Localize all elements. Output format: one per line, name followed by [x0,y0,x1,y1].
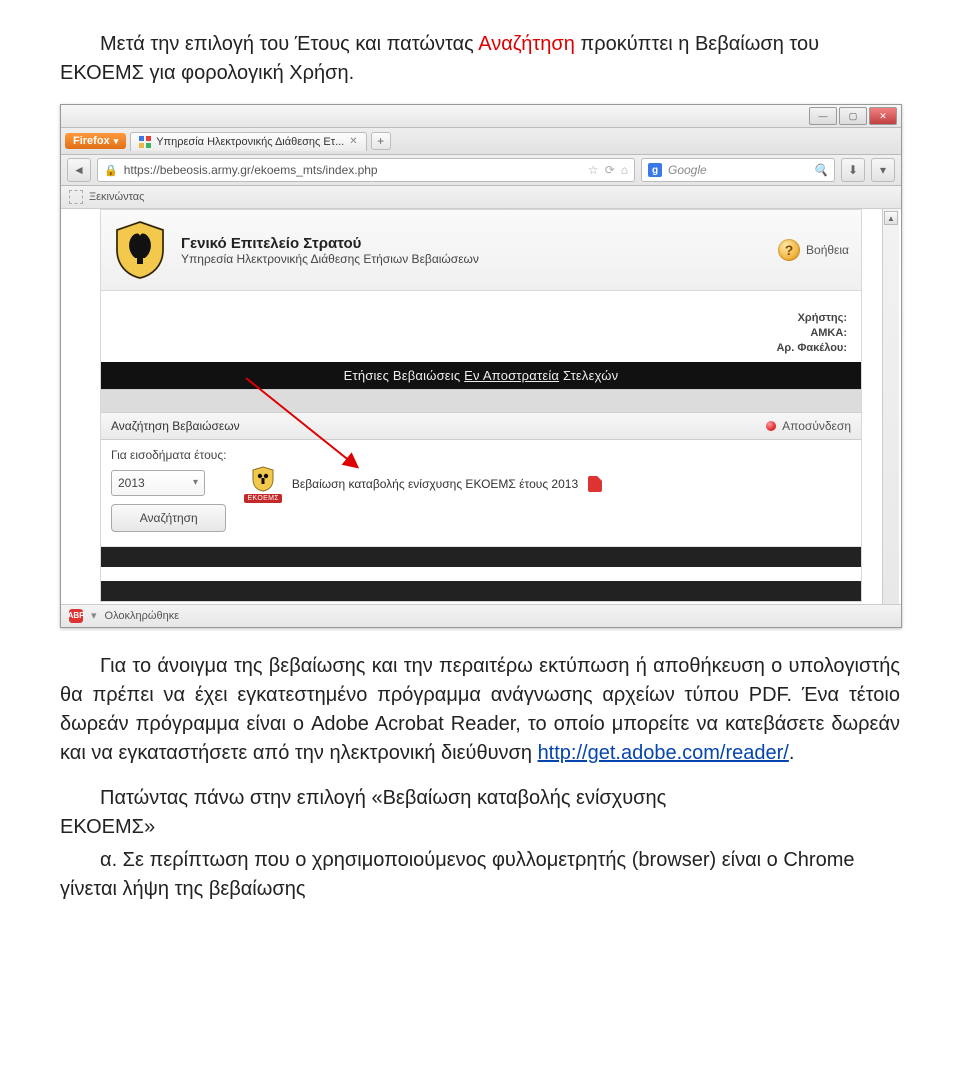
abp-icon[interactable]: ABP [69,609,83,623]
user-info-block: Χρήστης: ΑΜΚΑ: Αρ. Φακέλου: [101,291,861,362]
help-label: Βοήθεια [806,243,849,257]
bookmarks-toolbar: Ξεκινώντας [61,186,901,209]
tab-close-icon[interactable]: ✕ [349,136,357,147]
result-badge: EKOEMΣ [244,466,281,503]
para-chrome: α. Σε περίπτωση που ο χρησιμοποιούμενος … [60,846,900,904]
browser-screenshot: — ▢ ✕ Firefox Υπηρεσία Ηλεκτρονικής Διάθ… [60,104,902,628]
para-click-cert: Πατώντας πάνω στην επιλογή «Βεβαίωση κατ… [60,784,900,842]
user-label: Χρήστης: [798,312,847,324]
lock-icon: 🔒 [104,164,118,177]
scrollbar[interactable]: ▲ [882,209,899,604]
window-titlebar: — ▢ ✕ [61,105,901,128]
year-column: Για εισοδήματα έτους: 2013 ▾ Αναζήτηση [111,448,226,532]
adobe-reader-link[interactable]: http://get.adobe.com/reader/ [538,742,789,764]
browser-nav-row: ◄ 🔒 https://bebeosis.army.gr/ekoems_mts/… [61,155,901,186]
status-text: Ολοκληρώθηκε [105,610,180,622]
year-value: 2013 [118,476,145,490]
new-tab-button[interactable]: + [371,132,391,150]
reload-icon[interactable]: ⟳ [605,163,615,177]
result-row: EKOEMΣ Βεβαίωση καταβολής ενίσχυσης ΕΚΟΕ… [244,448,602,503]
search-placeholder: Google [668,163,707,177]
tab-favicon [139,136,151,148]
toolbar-search-title: Αναζήτηση Βεβαιώσεων [111,419,240,433]
browser-tab-row: Firefox Υπηρεσία Ηλεκτρονικής Διάθεσης Ε… [61,128,901,155]
ekoems-tag: EKOEMΣ [244,494,281,503]
url-bar[interactable]: 🔒 https://bebeosis.army.gr/ekoems_mts/in… [97,158,635,182]
page-title-c: Στελεχών [559,368,618,383]
search-bar[interactable]: g Google 🔍 [641,158,835,182]
p1-red: Αναζήτηση [478,33,575,55]
p4: α. Σε περίπτωση που ο χρησιμοποιούμενος … [60,849,855,900]
site-container: Γενικό Επιτελείο Στρατού Υπηρεσία Ηλεκτρ… [100,209,862,602]
dark-strip-1 [101,547,861,567]
p3-right: Πατώντας πάνω στην επιλογή «Βεβαίωση κατ… [100,787,666,809]
page-title-bar: Ετήσιες Βεβαιώσεις Εν Αποστρατεία Στελεχ… [101,362,861,389]
bookmark-item[interactable]: Ξεκινώντας [89,191,144,203]
search-button[interactable]: Αναζήτηση [111,504,226,532]
search-go-icon[interactable]: 🔍 [813,163,828,177]
dark-strip-2 [101,581,861,601]
site-subtitle: Υπηρεσία Ηλεκτρονικής Διάθεσης Ετήσιων Β… [181,252,479,266]
year-label: Για εισοδήματα έτους: [111,448,226,462]
logout-icon [766,421,776,431]
window-minimize-button[interactable]: — [809,107,837,125]
abp-dropdown-icon[interactable]: ▾ [91,609,97,622]
firefox-menu-button[interactable]: Firefox [65,133,126,149]
pdf-icon[interactable] [588,476,602,492]
mini-emblem-icon [251,466,275,492]
p1-a: Μετά την επιλογή του Έτους και πατώντας [100,33,478,55]
toolbar-search-label: Αναζήτηση Βεβαιώσεων [111,419,240,433]
army-emblem-icon [113,220,167,280]
download-button[interactable]: ⬇ [841,158,865,182]
p3-left: ΕΚΟΕΜΣ» [60,816,155,838]
site-title: Γενικό Επιτελείο Στρατού [181,235,479,252]
logout-link[interactable]: Αποσύνδεση [766,419,851,433]
page-title-b: Εν Αποστρατεία [464,368,559,383]
intro-paragraph: Μετά την επιλογή του Έτους και πατώντας … [60,30,900,88]
site-viewport: ▲ Γενικό Επιτελείο Στρατού [61,209,901,604]
toolbar: Αναζήτηση Βεβαιώσεων Αποσύνδεση [101,413,861,440]
page-title-a: Ετήσιες Βεβαιώσεις [344,368,465,383]
logout-label: Αποσύνδεση [782,419,851,433]
browser-status-bar: ABP ▾ Ολοκληρώθηκε [61,604,901,627]
site-header: Γενικό Επιτελείο Στρατού Υπηρεσία Ηλεκτρ… [101,210,861,291]
fakelos-label: Αρ. Φακέλου: [776,342,847,354]
site-titles: Γενικό Επιτελείο Στρατού Υπηρεσία Ηλεκτρ… [181,235,479,266]
bookmark-star-icon[interactable]: ☆ [588,163,599,177]
year-dropdown-icon: ▾ [193,477,198,488]
home-icon[interactable]: ⌂ [621,163,628,177]
amka-label: ΑΜΚΑ: [810,327,847,339]
grey-spacer [101,389,861,413]
year-select[interactable]: 2013 ▾ [111,470,205,496]
url-text: https://bebeosis.army.gr/ekoems_mts/inde… [124,163,378,177]
white-gap [101,567,861,581]
url-bar-icons: ☆ ⟳ ⌂ [588,163,628,177]
bookmark-placeholder-icon [69,190,83,204]
browser-tab[interactable]: Υπηρεσία Ηλεκτρονικής Διάθεσης Ετ... ✕ [130,132,366,151]
para-pdf: Για το άνοιγμα της βεβαίωσης και την περ… [60,652,900,768]
p2-b: . [789,742,795,764]
google-icon: g [648,163,662,177]
help-link[interactable]: ? Βοήθεια [778,239,849,261]
tab-title: Υπηρεσία Ηλεκτρονικής Διάθεσης Ετ... [156,136,344,148]
scroll-up-icon[interactable]: ▲ [884,211,898,225]
result-link[interactable]: Βεβαίωση καταβολής ενίσχυσης ΕΚΟΕΜΣ έτου… [292,477,578,491]
toolbar-menu-button[interactable]: ▾ [871,158,895,182]
window-close-button[interactable]: ✕ [869,107,897,125]
search-form-row: Για εισοδήματα έτους: 2013 ▾ Αναζήτηση [101,440,861,547]
back-button[interactable]: ◄ [67,158,91,182]
window-maximize-button[interactable]: ▢ [839,107,867,125]
help-icon: ? [778,239,800,261]
